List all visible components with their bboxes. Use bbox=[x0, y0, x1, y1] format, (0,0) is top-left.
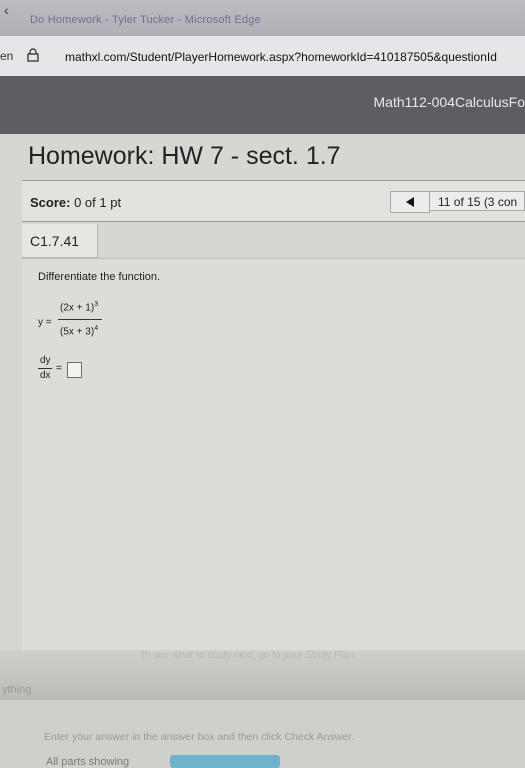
answer-hint: Enter your answer in the answer box and … bbox=[44, 731, 354, 743]
back-arrow-icon[interactable]: ‹ bbox=[4, 2, 9, 18]
question-panel: Differentiate the function. y = (2x + 1)… bbox=[22, 258, 525, 659]
triangle-left-icon bbox=[405, 197, 415, 207]
question-instruction: Differentiate the function. bbox=[38, 271, 160, 283]
study-plan-tip[interactable]: To see what to study next, go to your St… bbox=[140, 650, 354, 661]
score-value: 0 of 1 pt bbox=[74, 195, 121, 210]
parts-progress-bar bbox=[170, 755, 280, 768]
lock-icon bbox=[27, 48, 39, 62]
answer-input[interactable] bbox=[67, 362, 82, 378]
dy: dy bbox=[40, 355, 51, 366]
url-field[interactable]: mathxl.com/Student/PlayerHomework.aspx?h… bbox=[65, 50, 497, 64]
tab-stub[interactable]: en bbox=[0, 49, 13, 63]
question-id: C1.7.41 bbox=[22, 224, 98, 258]
previous-question-button[interactable] bbox=[390, 191, 430, 213]
window-title: Do Homework - Tyler Tucker - Microsoft E… bbox=[30, 14, 261, 26]
bottom-strip: To see what to study next, go to your St… bbox=[0, 650, 525, 700]
equals-sign: = bbox=[56, 363, 62, 374]
score-nav-bar: Score: 0 of 1 pt 11 of 15 (3 con bbox=[22, 180, 525, 222]
question-selector[interactable]: 11 of 15 (3 con bbox=[429, 191, 525, 211]
derivative-bar bbox=[38, 368, 52, 369]
course-name[interactable]: Math112-004CalculusFo bbox=[374, 94, 525, 110]
course-header: Math112-004CalculusFo bbox=[0, 76, 525, 134]
homework-page: Homework: HW 7 - sect. 1.7 Score: 0 of 1… bbox=[0, 134, 525, 700]
denominator: (5x + 3)4 bbox=[60, 325, 98, 337]
progress-fill bbox=[170, 755, 280, 768]
address-bar[interactable]: en mathxl.com/Student/PlayerHomework.asp… bbox=[0, 36, 525, 77]
fraction-bar bbox=[58, 319, 102, 320]
parts-showing-label: All parts showing bbox=[46, 756, 129, 768]
score-label: Score: bbox=[30, 195, 70, 210]
numerator: (2x + 1)3 bbox=[60, 301, 98, 313]
dx: dx bbox=[40, 370, 51, 381]
score: Score: 0 of 1 pt bbox=[30, 195, 121, 210]
browser-title-bar: ‹ Do Homework - Tyler Tucker - Microsoft… bbox=[0, 0, 525, 36]
y-equals: y = bbox=[38, 317, 52, 328]
page-title: Homework: HW 7 - sect. 1.7 bbox=[28, 142, 341, 171]
corner-text: ything bbox=[2, 684, 31, 696]
